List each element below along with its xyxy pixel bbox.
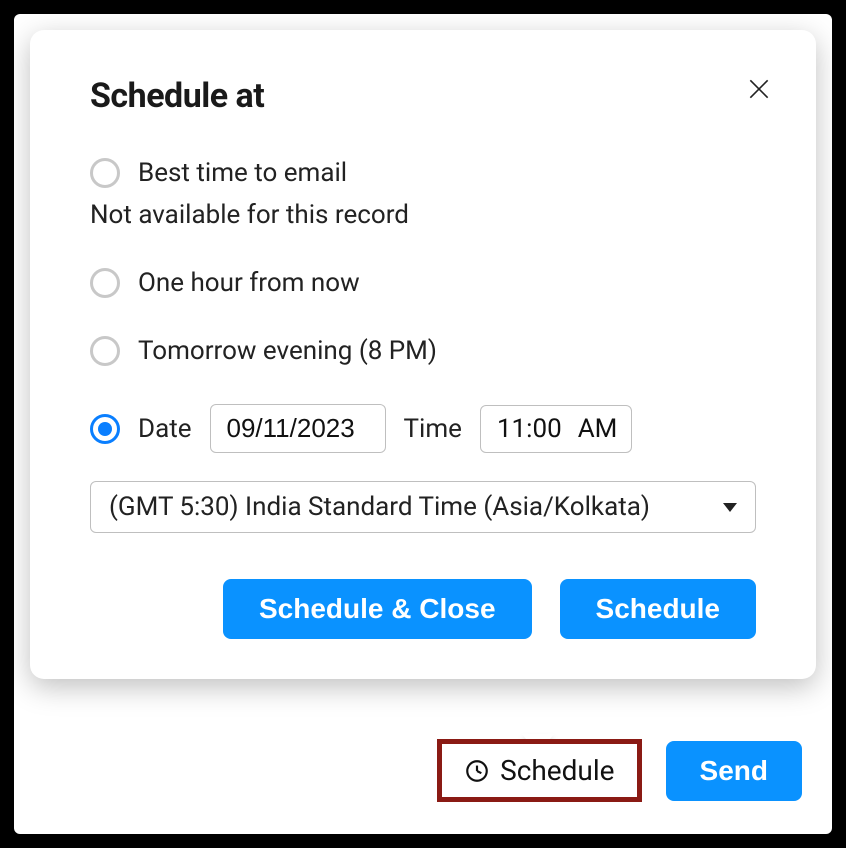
close-icon[interactable] [742,72,776,110]
timezone-value: (GMT 5:30) India Standard Time (Asia/Kol… [109,492,650,522]
radio-icon[interactable] [90,336,120,366]
time-meridiem: AM [578,414,618,444]
schedule-trigger-label: Schedule [500,754,614,787]
compose-bottom-bar: Schedule Send [437,739,802,802]
radio-icon[interactable] [90,414,120,444]
radio-icon[interactable] [90,158,120,188]
clock-icon [464,758,490,784]
option-label: Best time to email [138,158,347,188]
option-one-hour[interactable]: One hour from now [90,268,756,298]
app-background: Schedule at Best time to email Not avail… [14,14,832,834]
timezone-select[interactable]: (GMT 5:30) India Standard Time (Asia/Kol… [90,481,756,533]
option-best-time[interactable]: Best time to email [90,158,756,188]
time-input[interactable]: 11:00 AM [480,405,632,453]
time-value: 11:00 [497,414,562,444]
schedule-trigger-button[interactable]: Schedule [437,739,641,802]
option-custom-datetime: Date Time 11:00 AM [90,404,756,453]
chevron-down-icon [723,503,737,512]
popup-header: Schedule at [90,76,756,116]
send-button[interactable]: Send [666,741,802,801]
popup-title: Schedule at [90,76,264,116]
schedule-close-button[interactable]: Schedule & Close [223,579,532,639]
option-label: Tomorrow evening (8 PM) [138,336,437,366]
radio-icon[interactable] [90,268,120,298]
schedule-button[interactable]: Schedule [560,579,756,639]
schedule-popup: Schedule at Best time to email Not avail… [30,30,816,679]
time-label: Time [404,414,462,444]
popup-buttons: Schedule & Close Schedule [90,579,756,639]
option-tomorrow[interactable]: Tomorrow evening (8 PM) [90,336,756,366]
date-label: Date [138,414,192,444]
best-time-note: Not available for this record [90,200,756,230]
date-input[interactable] [210,404,386,453]
option-label: One hour from now [138,268,360,298]
